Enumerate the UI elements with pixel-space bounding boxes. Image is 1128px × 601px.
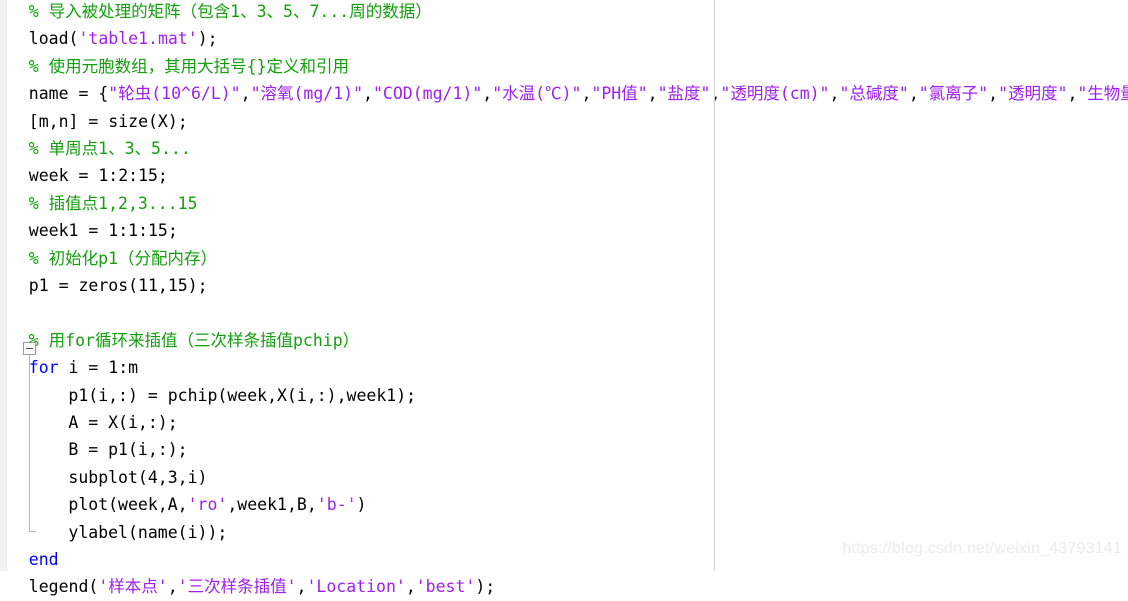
code-token-plain: ,: [988, 84, 999, 104]
code-token-plain: name = {: [28, 84, 109, 104]
code-line[interactable]: p1(i,:) = pchip(week,X(i,:),week1);: [68, 382, 416, 409]
code-token-comment: % 单周点1、3、5...: [28, 139, 191, 158]
code-token-comment: % 用for循环来插值（三次样条插值pchip）: [28, 330, 360, 350]
code-token-string: "生物量": [1077, 84, 1128, 104]
code-token-plain: ,: [296, 577, 307, 597]
code-token-plain: ,: [1067, 84, 1078, 104]
code-token-plain: ,: [167, 577, 178, 597]
code-token-string: "盐度": [657, 84, 711, 104]
code-token-keyword: end: [28, 550, 59, 569]
code-line[interactable]: [m,n] = size(X);: [29, 108, 188, 135]
code-token-plain: week = 1:2:15;: [28, 166, 168, 186]
code-line[interactable]: name = {"轮虫(10^6/L)","溶氧(mg/1)","COD(mg/…: [29, 80, 1128, 107]
code-token-comment: % 插值点1,2,3...15: [28, 193, 198, 213]
code-editor-area[interactable]: % 导入被处理的矩阵（包含1、3、5、7...周的数据） load('table1…: [0, 0, 1128, 596]
code-token-string: 'best': [415, 577, 476, 597]
code-token-plain: A = X(i,:);: [68, 413, 178, 432]
code-token-plain: ,week1,B,: [227, 495, 317, 515]
code-token-plain: ,: [829, 84, 840, 104]
code-line[interactable]: subplot(4,3,i): [68, 464, 207, 491]
code-token-plain: legend(: [28, 577, 99, 597]
code-line[interactable]: legend('样本点','三次样条插值','Location','best')…: [29, 573, 495, 600]
code-token-string: "PH值": [591, 84, 648, 104]
code-line[interactable]: A = X(i,:);: [68, 409, 177, 436]
code-token-plain: ): [356, 495, 367, 515]
code-token-plain: ,: [405, 577, 416, 597]
code-token-plain: ,: [482, 84, 493, 104]
code-token-plain: );: [197, 29, 218, 49]
code-token-plain: subplot(4,3,i): [68, 467, 208, 487]
code-line[interactable]: % 导入被处理的矩阵（包含1、3、5、7...周的数据）: [29, 0, 432, 25]
code-token-plain: ,: [581, 84, 592, 104]
code-line[interactable]: % 插值点1,2,3...15: [29, 190, 198, 217]
code-token-plain: ,: [363, 84, 373, 104]
code-line[interactable]: [29, 299, 39, 326]
code-token-plain: i = 1:m: [58, 358, 139, 378]
code-token-plain: p1(i,:) = pchip(week,X(i,:),week1);: [68, 385, 417, 405]
code-token-plain: p1 = zeros(11,15);: [28, 276, 208, 295]
code-token-string: "透明度(cm)": [720, 84, 830, 104]
code-token-string: "轮虫(10^6/L)": [108, 84, 241, 104]
code-token-plain: plot(week,A,: [68, 495, 188, 515]
code-token-string: '样本点': [98, 577, 168, 597]
watermark-text: https://blog.csdn.net/weixin_43793141: [842, 540, 1122, 557]
code-token-plain: week1 = 1:1:15;: [28, 221, 178, 241]
code-token-string: "COD(mg/1)": [372, 84, 483, 104]
column-limit-guide-line: [714, 0, 715, 571]
code-line[interactable]: p1 = zeros(11,15);: [29, 272, 208, 299]
code-line[interactable]: plot(week,A,'ro',week1,B,'b-'): [68, 491, 366, 518]
code-token-keyword: for: [28, 358, 59, 378]
code-token-string: "溶氧(mg/1)": [250, 84, 364, 104]
code-token-string: 'b-': [316, 495, 357, 515]
code-token-string: 'ro': [187, 495, 228, 515]
code-token-plain: ylabel(name(i));: [68, 522, 228, 542]
code-line[interactable]: B = p1(i,:);: [68, 436, 187, 463]
code-fold-toggle-icon[interactable]: [23, 342, 36, 355]
code-token-plain: B = p1(i,:);: [68, 440, 188, 460]
code-line[interactable]: week1 = 1:1:15;: [29, 217, 178, 244]
code-token-string: "总碱度": [839, 84, 909, 104]
code-line[interactable]: % 使用元胞数组，其用大括号{}定义和引用: [29, 53, 349, 80]
code-token-string: 'Location': [306, 577, 406, 597]
code-token-string: "水温(℃)": [492, 84, 582, 104]
minus-icon: [26, 348, 33, 349]
code-line[interactable]: ylabel(name(i));: [68, 519, 227, 546]
code-token-plain: ,: [710, 84, 721, 104]
code-token-comment: % 使用元胞数组，其用大括号{}定义和引用: [28, 56, 350, 76]
code-token-plain: [m,n] = size(X);: [28, 111, 188, 131]
code-token-comment: % 初始化p1（分配内存）: [28, 248, 218, 268]
code-token-plain: ,: [647, 84, 658, 104]
code-token-plain: ,: [240, 84, 251, 104]
code-line[interactable]: % 初始化p1（分配内存）: [29, 245, 217, 272]
code-fold-bracket-foot: [29, 531, 36, 532]
code-token-plain: );: [475, 577, 496, 597]
code-token-string: 'table1.mat': [78, 29, 198, 49]
code-token-string: '三次样条插值': [177, 577, 297, 597]
code-token-comment: % 导入被处理的矩阵（包含1、3、5、7...周的数据）: [28, 2, 432, 21]
code-token-plain: ,: [908, 84, 919, 104]
code-token-plain: load(: [28, 29, 79, 49]
code-token-string: "氯离子": [918, 84, 989, 104]
code-line[interactable]: % 单周点1、3、5...: [29, 135, 191, 162]
code-line[interactable]: week = 1:2:15;: [29, 162, 168, 189]
code-fold-bracket-line: [29, 355, 30, 531]
code-line[interactable]: % 用for循环来插值（三次样条插值pchip）: [29, 327, 359, 354]
code-line[interactable]: end: [29, 546, 59, 573]
code-line[interactable]: for i = 1:m: [29, 354, 138, 381]
code-token-string: "透明度": [998, 84, 1068, 104]
code-line[interactable]: load('table1.mat');: [29, 25, 218, 52]
